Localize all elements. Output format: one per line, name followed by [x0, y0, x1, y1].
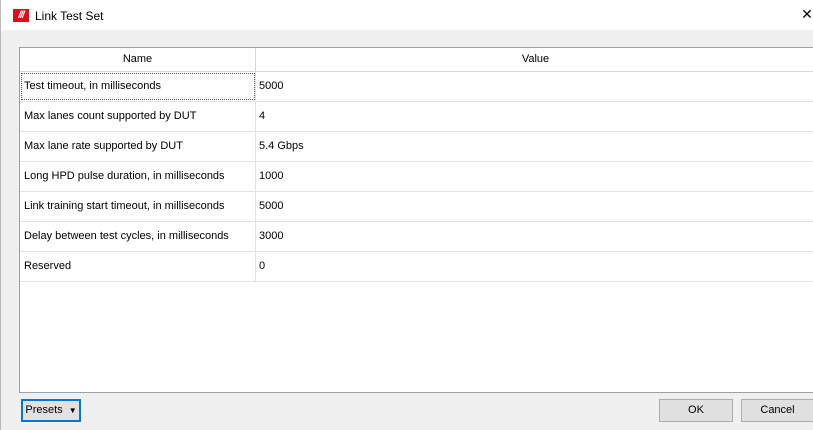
column-header-value[interactable]: Value: [256, 48, 813, 71]
row-name-cell[interactable]: Delay between test cycles, in millisecon…: [20, 222, 256, 251]
row-value-cell[interactable]: 5000: [256, 72, 813, 101]
table-row[interactable]: Link training start timeout, in millisec…: [20, 192, 813, 222]
column-header-name[interactable]: Name: [20, 48, 256, 71]
row-value-cell[interactable]: 3000: [256, 222, 813, 251]
row-value-cell[interactable]: 0: [256, 252, 813, 281]
property-grid: Name Value Test timeout, in milliseconds…: [19, 47, 813, 393]
row-name-cell[interactable]: Long HPD pulse duration, in milliseconds: [20, 162, 256, 191]
cancel-button[interactable]: Cancel: [741, 399, 813, 422]
row-name-cell[interactable]: Max lane rate supported by DUT: [20, 132, 256, 161]
row-value-cell[interactable]: 1000: [256, 162, 813, 191]
app-logo-icon: ///: [13, 9, 29, 22]
window-title: Link Test Set: [35, 9, 104, 23]
ok-button[interactable]: OK: [659, 399, 733, 422]
row-name-cell[interactable]: Link training start timeout, in millisec…: [20, 192, 256, 221]
row-name-cell[interactable]: Max lanes count supported by DUT: [20, 102, 256, 131]
grid-header: Name Value: [20, 48, 813, 72]
chevron-down-icon: ▼: [68, 406, 77, 415]
presets-button[interactable]: Presets ▼: [21, 399, 81, 422]
table-row[interactable]: Reserved 0: [20, 252, 813, 282]
close-icon[interactable]: ✕: [800, 4, 813, 24]
row-name-cell[interactable]: Test timeout, in milliseconds: [20, 72, 256, 101]
grid-rows: Test timeout, in milliseconds 5000 Max l…: [20, 72, 813, 282]
row-value-cell[interactable]: 4: [256, 102, 813, 131]
table-row[interactable]: Max lane rate supported by DUT 5.4 Gbps: [20, 132, 813, 162]
row-name-cell[interactable]: Reserved: [20, 252, 256, 281]
row-value-cell[interactable]: 5000: [256, 192, 813, 221]
table-row[interactable]: Delay between test cycles, in millisecon…: [20, 222, 813, 252]
row-value-cell[interactable]: 5.4 Gbps: [256, 132, 813, 161]
presets-label: Presets: [25, 404, 63, 416]
title-bar: /// Link Test Set ✕: [1, 0, 813, 30]
dialog-window: /// Link Test Set ✕ Name Value Test time…: [0, 0, 813, 430]
table-row[interactable]: Test timeout, in milliseconds 5000: [20, 72, 813, 102]
table-row[interactable]: Long HPD pulse duration, in milliseconds…: [20, 162, 813, 192]
table-row[interactable]: Max lanes count supported by DUT 4: [20, 102, 813, 132]
